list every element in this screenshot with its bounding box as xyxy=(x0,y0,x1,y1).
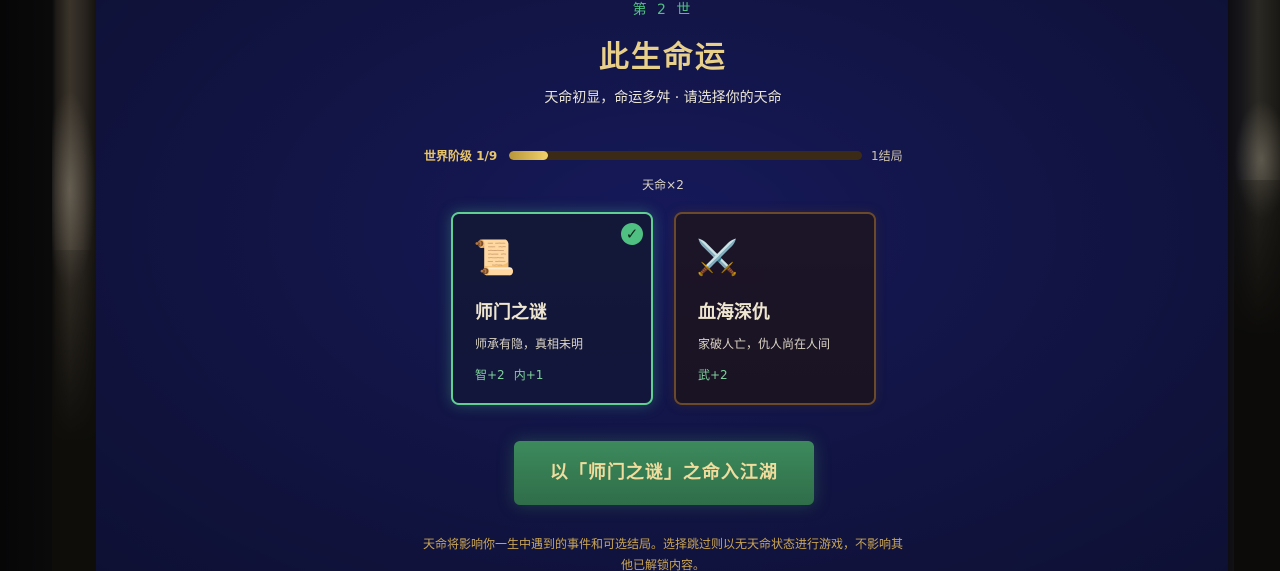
background-landscape-left xyxy=(0,0,96,571)
stat-bonus: 内+1 xyxy=(513,368,544,382)
crossed-swords-icon: ⚔️ xyxy=(696,238,739,278)
world-tier-label: 世界阶级 1/9 xyxy=(424,149,498,163)
fate-card-shimen-mystery[interactable]: 📜 ✓ 师门之谜 师承有隐，真相未明 智+2 内+1 xyxy=(451,212,653,405)
fate-explanation-note: 天命将影响你一生中遇到的事件和可选结局。选择跳过则以无天命状态进行游戏，不影响其… xyxy=(422,537,903,571)
fate-card-description: 家破人亡，仇人尚在人间 xyxy=(698,337,831,351)
fate-card-stats: 智+2 内+1 xyxy=(475,366,552,383)
selected-check-icon: ✓ xyxy=(621,223,643,245)
game-screen: 第 2 世 此生命运 天命初显，命运多舛 · 请选择你的天命 世界阶级 1/9 … xyxy=(0,0,1280,571)
fate-card-stats: 武+2 xyxy=(698,366,737,383)
world-tier-progress-bar xyxy=(509,151,862,160)
scroll-icon: 📜 xyxy=(473,238,516,278)
world-tier-progress-fill xyxy=(509,151,549,160)
life-number-label: 第 2 世 xyxy=(632,2,694,18)
stat-bonus: 智+2 xyxy=(475,368,505,382)
enter-jianghu-button[interactable]: 以「师门之谜」之命入江湖 xyxy=(514,441,814,505)
page-title: 此生命运 xyxy=(599,40,727,75)
ending-count-label: 1结局 xyxy=(871,149,903,163)
fate-count-label: 天命×2 xyxy=(642,178,684,192)
fate-card-name: 血海深仇 xyxy=(698,302,770,323)
fate-card-name: 师门之谜 xyxy=(475,302,547,323)
page-subtitle: 天命初显，命运多舛 · 请选择你的天命 xyxy=(544,90,782,106)
background-mountain xyxy=(52,250,96,571)
stat-bonus: 武+2 xyxy=(698,368,728,382)
background-mountain xyxy=(1234,180,1280,571)
background-landscape-right xyxy=(1228,0,1280,571)
fate-card-description: 师承有隐，真相未明 xyxy=(475,337,584,351)
fate-card-blood-feud[interactable]: ⚔️ 血海深仇 家破人亡，仇人尚在人间 武+2 xyxy=(674,212,876,405)
fate-selection-panel: 第 2 世 此生命运 天命初显，命运多舛 · 请选择你的天命 世界阶级 1/9 … xyxy=(96,0,1230,571)
